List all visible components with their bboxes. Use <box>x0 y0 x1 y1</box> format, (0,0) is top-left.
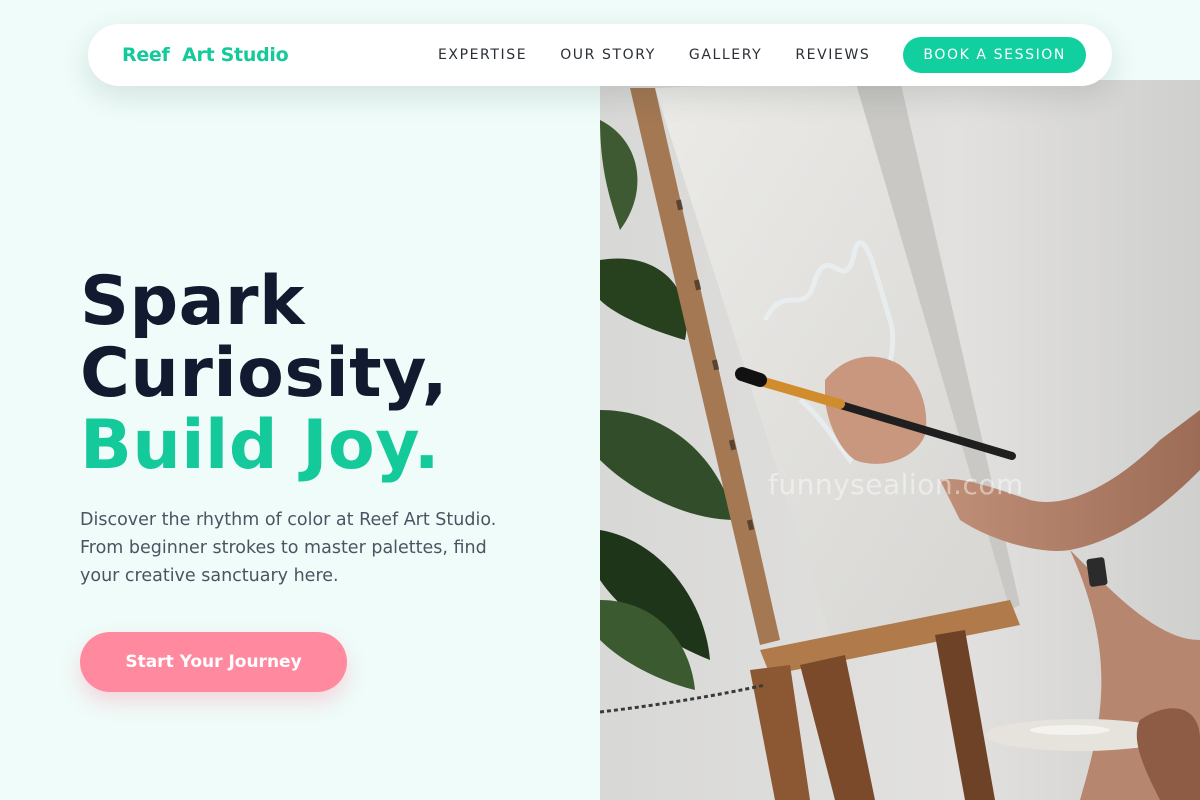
landing-page: funnysealion.com Reef Art Studio EXPERTI… <box>0 0 1200 800</box>
painter-at-easel-illustration <box>600 80 1200 800</box>
nav-link-gallery[interactable]: GALLERY <box>689 47 762 63</box>
hero-section: Spark Curiosity, Build Joy. Discover the… <box>80 266 580 590</box>
book-session-button[interactable]: BOOK A SESSION <box>903 37 1086 73</box>
start-journey-button[interactable]: Start Your Journey <box>80 632 347 692</box>
hero-headline: Spark Curiosity, Build Joy. <box>80 266 580 482</box>
headline-line-1: Spark <box>80 262 305 341</box>
brand-logo-text[interactable]: Reef Art Studio <box>122 44 289 66</box>
nav-links: EXPERTISE OUR STORY GALLERY REVIEWS BOOK… <box>438 37 1086 73</box>
hero-description: Discover the rhythm of color at Reef Art… <box>80 510 497 586</box>
nav-link-our-story[interactable]: OUR STORY <box>560 47 656 63</box>
watermark-text: funnysealion.com <box>768 468 1024 501</box>
headline-accent: Build Joy. <box>80 406 441 485</box>
top-navbar: Reef Art Studio EXPERTISE OUR STORY GALL… <box>88 24 1112 86</box>
hero-photo: funnysealion.com <box>600 80 1200 800</box>
nav-link-expertise[interactable]: EXPERTISE <box>438 47 527 63</box>
headline-line-2: Curiosity, <box>80 334 449 413</box>
nav-link-reviews[interactable]: REVIEWS <box>795 47 870 63</box>
